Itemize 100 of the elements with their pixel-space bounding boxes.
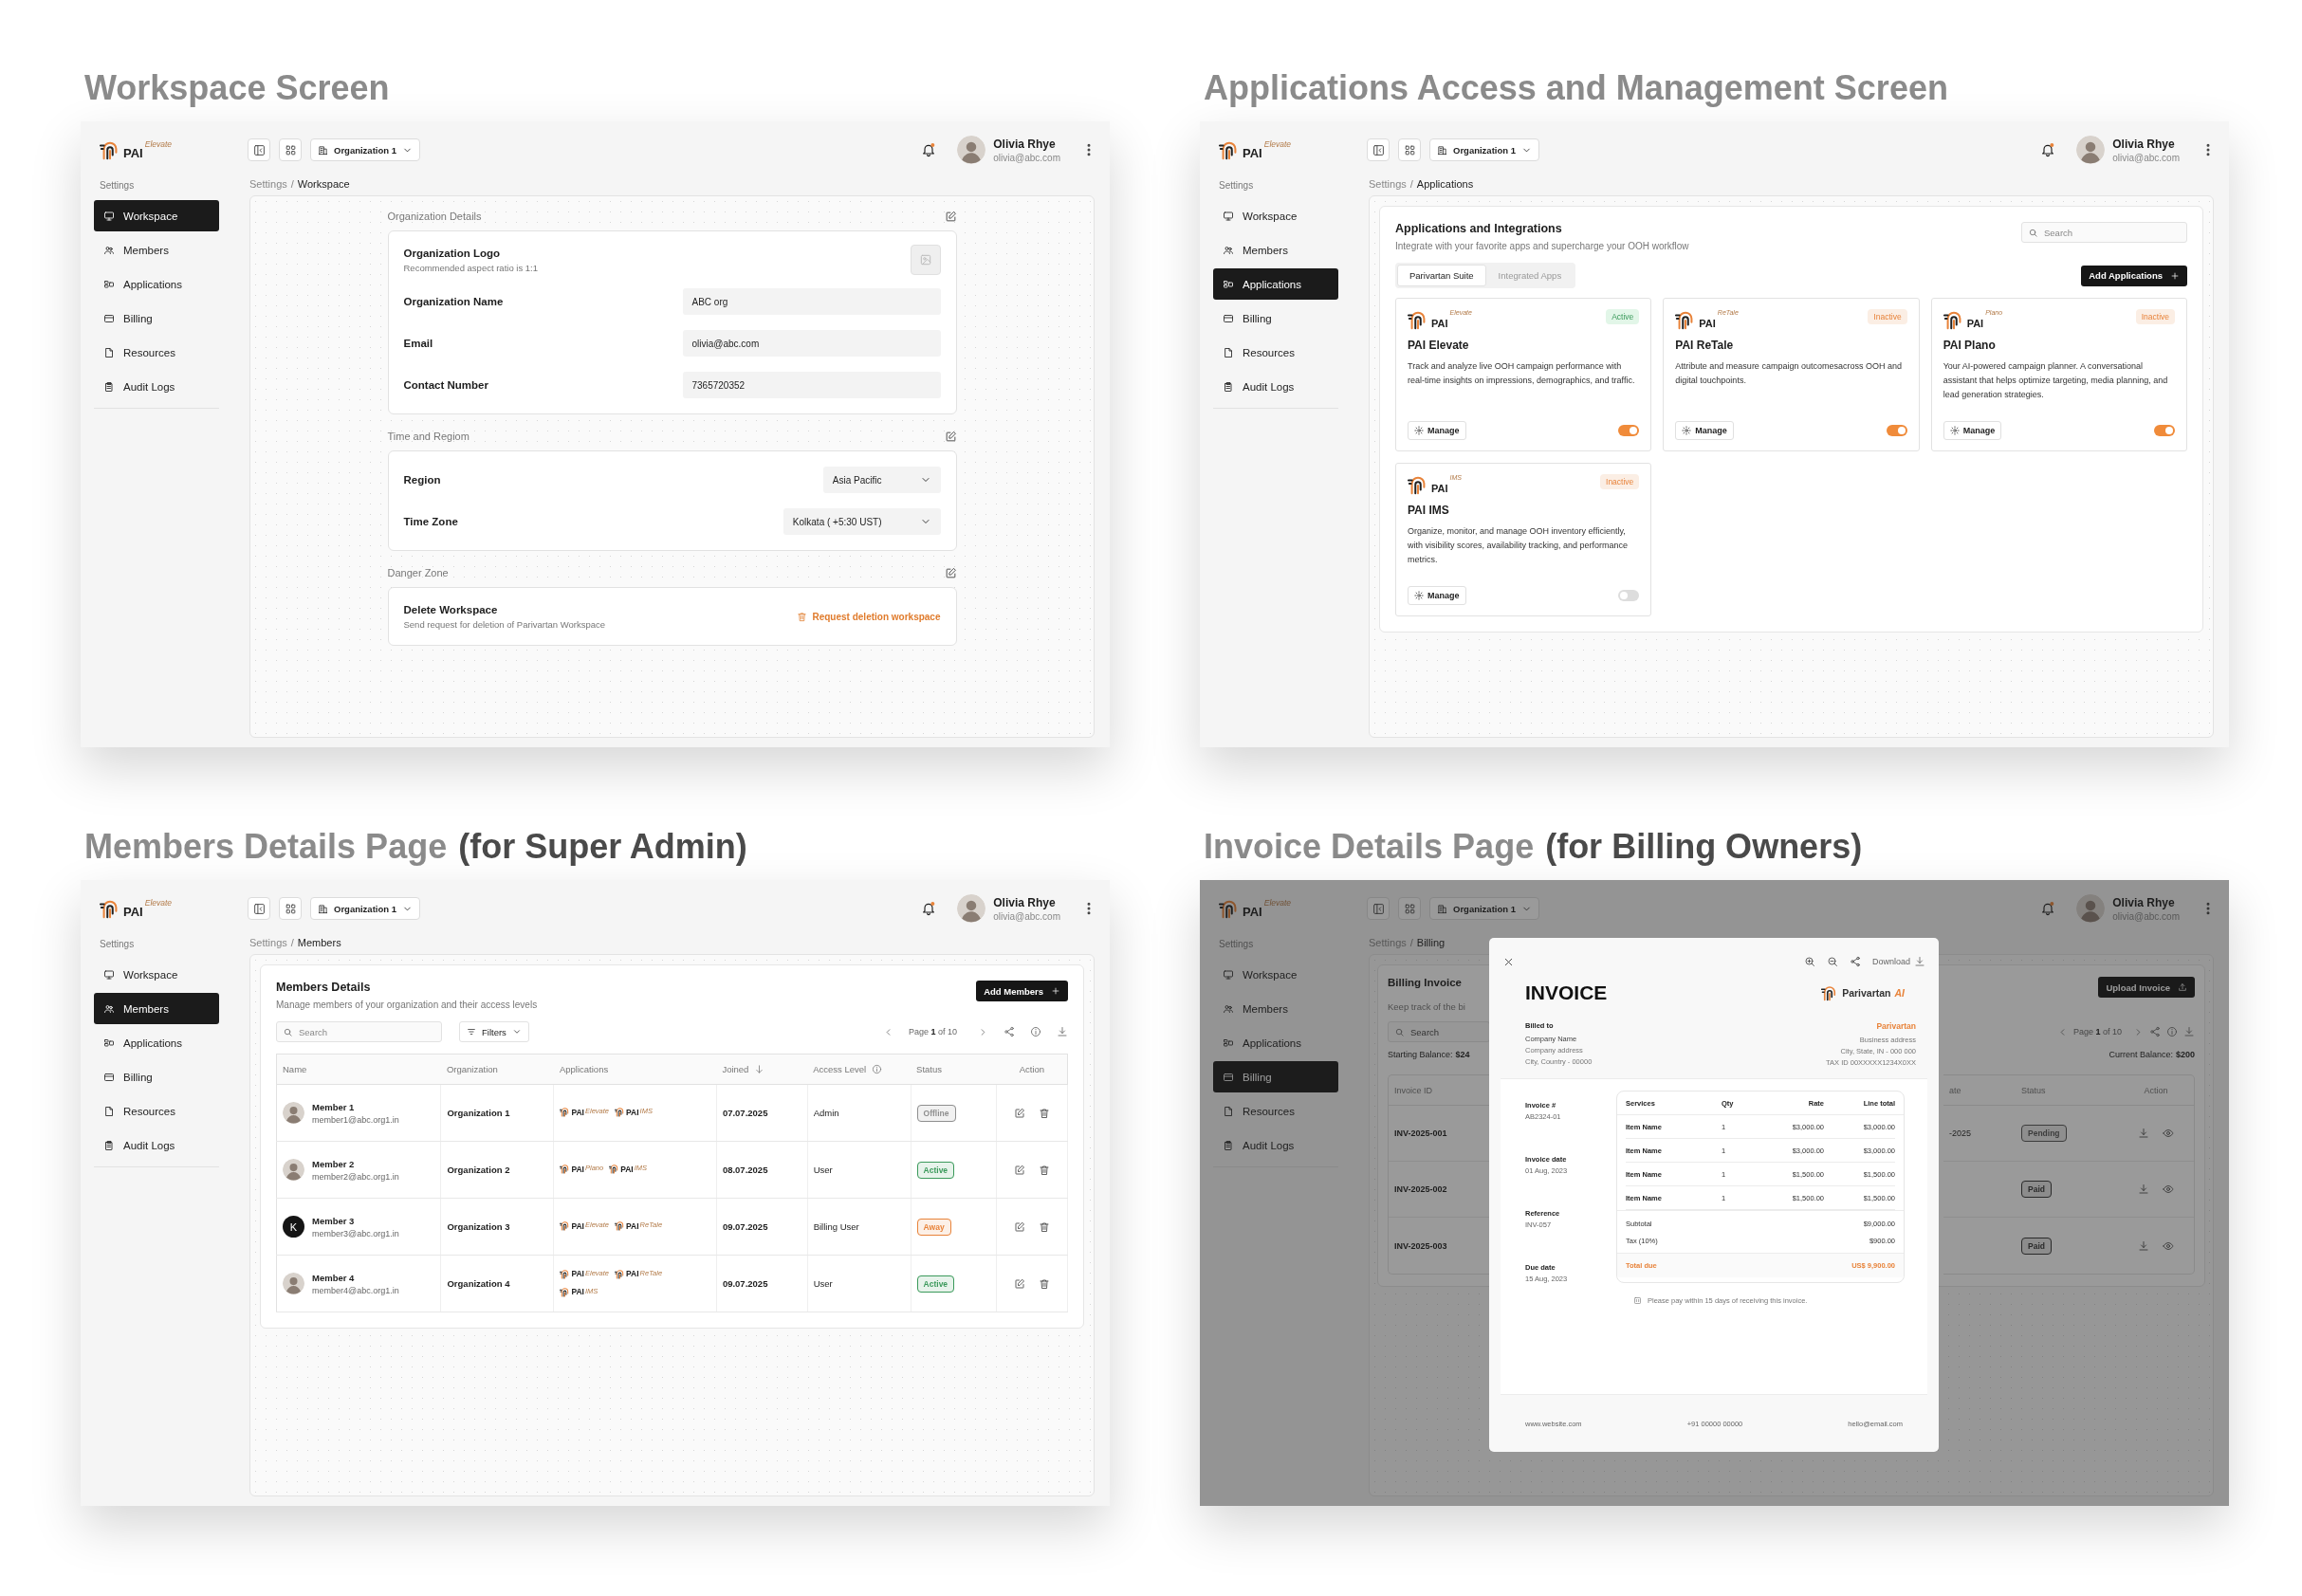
sidebar-item[interactable]: Workspace xyxy=(94,959,219,990)
add-button[interactable]: Add Members xyxy=(976,981,1068,1001)
download-button[interactable] xyxy=(2138,1128,2149,1139)
sidebar-item[interactable]: Members xyxy=(94,234,219,266)
notification-bell-icon[interactable] xyxy=(921,142,937,157)
manage-button[interactable]: Manage xyxy=(1408,421,1466,440)
organization-dropdown[interactable]: Organization 1 xyxy=(310,138,420,161)
edit-button[interactable] xyxy=(944,430,957,443)
toggle-switch[interactable] xyxy=(1618,425,1640,436)
sidebar-item[interactable]: Resources xyxy=(1213,1095,1338,1127)
delete-button[interactable] xyxy=(1039,1107,1051,1119)
company-name: Parivartan xyxy=(1875,1021,1916,1031)
building-icon xyxy=(1437,903,1447,914)
view-button[interactable] xyxy=(2163,1239,2174,1252)
view-button[interactable] xyxy=(2163,1128,2174,1139)
dropdown[interactable]: Asia Pacific xyxy=(822,467,941,493)
search-field[interactable]: Search xyxy=(1388,1021,1490,1042)
input-field[interactable]: 7365720352 xyxy=(682,372,941,398)
sidebar-item[interactable]: Workspace xyxy=(1213,200,1338,231)
download-button[interactable] xyxy=(2138,1183,2149,1195)
column-header: Action xyxy=(2118,1075,2194,1106)
sidebar-item[interactable]: Billing xyxy=(94,1061,219,1092)
field-label: Email xyxy=(403,338,433,349)
edit-button[interactable] xyxy=(1014,1107,1026,1119)
share-button[interactable] xyxy=(1849,956,1861,967)
zoom-in-button[interactable] xyxy=(1803,956,1815,967)
organization-dropdown[interactable]: Organization 1 xyxy=(1429,897,1539,920)
apps-button[interactable] xyxy=(279,897,302,920)
sidebar-item[interactable]: Workspace xyxy=(1213,959,1338,990)
filters-button[interactable]: Filters xyxy=(459,1021,529,1042)
search-field[interactable]: Search xyxy=(276,1021,442,1042)
sidebar-item[interactable]: Billing xyxy=(1213,303,1338,334)
sidebar-item[interactable]: Workspace xyxy=(94,200,219,231)
sidebar-item[interactable]: Audit Logs xyxy=(1213,371,1338,402)
sidebar-item[interactable]: Billing xyxy=(94,303,219,334)
share-button[interactable] xyxy=(2149,1026,2161,1037)
dropdown[interactable]: Kolkata ( +5:30 UST) xyxy=(783,508,941,535)
toggle-switch[interactable] xyxy=(2154,425,2175,436)
clipboard-icon xyxy=(1223,1139,1234,1151)
manage-button[interactable]: Manage xyxy=(1408,586,1466,605)
manage-button[interactable]: Manage xyxy=(1675,421,1734,440)
breadcrumb-link[interactable]: Applications xyxy=(1416,178,1474,190)
apps-button[interactable] xyxy=(279,138,302,161)
sidebar-item[interactable]: Applications xyxy=(1213,1027,1338,1058)
zoom-out-button[interactable] xyxy=(1826,956,1838,967)
edit-button[interactable] xyxy=(944,210,957,223)
brand-suffix: AI xyxy=(1894,987,1905,999)
toggle-switch[interactable] xyxy=(1618,590,1640,601)
notification-bell-icon[interactable] xyxy=(921,901,937,916)
input-field[interactable]: olivia@abc.com xyxy=(682,330,941,357)
breadcrumb-link[interactable]: Billing xyxy=(1416,937,1446,948)
organization-dropdown[interactable]: Organization 1 xyxy=(310,897,420,920)
collapse-button[interactable] xyxy=(1367,897,1390,920)
breadcrumb-link[interactable]: Members xyxy=(297,937,341,948)
apps-button[interactable] xyxy=(1398,897,1421,920)
edit-button[interactable] xyxy=(1014,1277,1026,1290)
sidebar-item[interactable]: Audit Logs xyxy=(1213,1129,1338,1161)
sidebar-item[interactable]: Members xyxy=(94,993,219,1024)
download-button[interactable]: Download xyxy=(1871,956,1925,967)
upload-button[interactable]: Upload Invoice xyxy=(2098,977,2195,998)
user-name: Olivia Rhye xyxy=(2112,137,2176,151)
input-field[interactable]: ABC org xyxy=(682,288,941,315)
sidebar-item[interactable]: Resources xyxy=(1213,337,1338,368)
delete-button[interactable] xyxy=(1039,1164,1051,1176)
apps-button[interactable] xyxy=(1398,138,1421,161)
notification-bell-icon[interactable] xyxy=(2040,142,2056,157)
toggle-switch[interactable] xyxy=(1886,425,1907,436)
collapse-button[interactable] xyxy=(1367,138,1390,161)
sidebar-item[interactable]: Audit Logs xyxy=(94,371,219,402)
delete-button[interactable] xyxy=(1039,1277,1051,1290)
share-button[interactable] xyxy=(1004,1026,1015,1037)
organization-dropdown[interactable]: Organization 1 xyxy=(1429,138,1539,161)
sidebar-item[interactable]: Applications xyxy=(94,1027,219,1058)
delete-button[interactable] xyxy=(1039,1220,1051,1233)
download-icon xyxy=(2138,1239,2149,1252)
sidebar-item[interactable]: Members xyxy=(1213,234,1338,266)
card-icon xyxy=(103,1071,115,1083)
collapse-button[interactable] xyxy=(248,138,270,161)
tab[interactable]: Parivartan Suite xyxy=(1397,265,1486,286)
note-icon xyxy=(1633,1296,1642,1305)
avatar xyxy=(2076,136,2106,164)
breadcrumb-link[interactable]: Workspace xyxy=(297,178,350,190)
view-button[interactable] xyxy=(2163,1183,2174,1195)
search-field[interactable]: Search xyxy=(2021,222,2187,243)
download-button[interactable] xyxy=(1057,1026,1068,1037)
edit-button[interactable] xyxy=(1014,1164,1026,1176)
info-button[interactable] xyxy=(2166,1026,2178,1037)
collapse-button[interactable] xyxy=(248,897,270,920)
sidebar-item[interactable]: Resources xyxy=(94,1095,219,1127)
edit-button[interactable] xyxy=(944,566,957,579)
manage-button[interactable]: Manage xyxy=(1943,421,2002,440)
add-button[interactable]: Add Applications xyxy=(2081,265,2187,286)
sidebar-item[interactable]: Applications xyxy=(1213,268,1338,300)
sidebar-item[interactable]: Applications xyxy=(94,268,219,300)
sidebar-item[interactable]: Members xyxy=(1213,993,1338,1024)
sidebar-item[interactable]: Resources xyxy=(94,337,219,368)
sidebar-item[interactable]: Audit Logs xyxy=(94,1129,219,1161)
info-button[interactable] xyxy=(1030,1026,1041,1037)
edit-button[interactable] xyxy=(1014,1220,1026,1233)
sidebar-item[interactable]: Billing xyxy=(1213,1061,1338,1092)
